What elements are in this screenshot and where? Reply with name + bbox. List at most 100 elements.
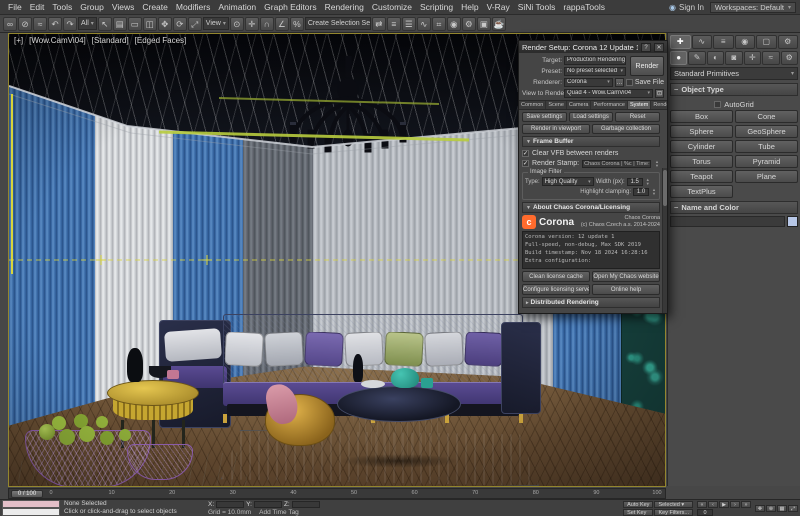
open-my-chaos-website-button[interactable]: Open My Chaos website	[592, 271, 660, 282]
maxscript-macro-recorder-field[interactable]	[2, 500, 60, 508]
pan-view-icon[interactable]: ✥	[755, 505, 765, 512]
shapes-category-icon[interactable]: ✎	[688, 51, 705, 65]
unlink-selection-icon[interactable]: ⊘	[18, 17, 32, 31]
dialog-scrollbar[interactable]	[662, 168, 667, 313]
lock-view-icon[interactable]: ⊡	[655, 89, 664, 98]
render-tab-common[interactable]: Common	[519, 101, 546, 109]
stamp-spinner[interactable]: ▲▼	[654, 160, 660, 167]
x-coordinate-field[interactable]	[216, 501, 244, 508]
black-vase[interactable]	[127, 348, 143, 382]
object-color-swatch[interactable]	[787, 216, 798, 227]
primitive-teapot-button[interactable]: Teapot	[670, 170, 733, 183]
configure-licensing-server-address-button[interactable]: Configure licensing server address	[522, 284, 590, 295]
menu-rendering[interactable]: Rendering	[321, 2, 368, 12]
primitive-pyramid-button[interactable]: Pyramid	[735, 155, 798, 168]
timeline[interactable]: 0 / 100 0102030405060708090100	[8, 488, 666, 499]
dialog-scrollbar-handle[interactable]	[663, 170, 667, 206]
systems-category-icon[interactable]: ⚙	[781, 51, 798, 65]
dialog-titlebar[interactable]: Render Setup: Corona 12 Update 1 ? ✕	[519, 41, 667, 53]
dialog-help-button[interactable]: ?	[641, 43, 651, 52]
green-apples[interactable]	[39, 424, 55, 440]
render-stamp-field[interactable]: Chaos Corona | %c | Time: %t | Passes: %…	[582, 160, 651, 168]
load-settings-button[interactable]: Load settings	[569, 112, 614, 122]
hierarchy-tab-icon[interactable]: ≡	[713, 35, 734, 49]
menu-animation[interactable]: Animation	[214, 2, 260, 12]
about-corona-rollout[interactable]: About Chaos Corona/Licensing	[522, 202, 660, 213]
save-file-checkbox[interactable]	[626, 79, 633, 86]
primitive-box-button[interactable]: Box	[670, 110, 733, 123]
menu-views[interactable]: Views	[108, 2, 139, 12]
set-key-button[interactable]: Set Key	[623, 509, 653, 516]
menu-group[interactable]: Group	[76, 2, 108, 12]
scene-explorer-icon[interactable]: ☰	[402, 17, 416, 31]
render-stamp-checkbox[interactable]	[522, 160, 529, 167]
zoom-icon[interactable]: ⊕	[766, 505, 776, 512]
align-icon[interactable]: ≡	[387, 17, 401, 31]
clear-vfb-checkbox[interactable]	[522, 150, 529, 157]
go-to-end-icon[interactable]: »	[741, 501, 751, 508]
snaps-toggle-icon[interactable]: ∩	[260, 17, 274, 31]
online-help-button[interactable]: Online help	[592, 284, 660, 295]
save-settings-button[interactable]: Save settings	[522, 112, 567, 122]
menu-file[interactable]: File	[4, 2, 26, 12]
geometry-category-icon[interactable]: ●	[670, 51, 687, 65]
render-tab-camera[interactable]: Camera	[567, 101, 592, 109]
select-and-link-icon[interactable]: ∞	[3, 17, 17, 31]
primitive-geosphere-button[interactable]: GeoSphere	[735, 125, 798, 138]
name-color-rollout[interactable]: Name and Color	[670, 201, 798, 214]
selection-filter-dropdown[interactable]: All	[78, 17, 97, 30]
reference-coordinate-dropdown[interactable]: View	[203, 17, 229, 30]
menu-v-ray[interactable]: V-Ray	[483, 2, 514, 12]
menu-scripting[interactable]: Scripting	[416, 2, 457, 12]
view-to-render-dropdown[interactable]: Quad 4 - Wow.CamVi04	[564, 89, 653, 98]
target-dropdown[interactable]: Production Rendering Mode	[564, 56, 626, 65]
render-production-icon[interactable]: ☕	[492, 17, 506, 31]
primitive-textplus-button[interactable]: TextPlus	[670, 185, 733, 198]
select-object-icon[interactable]: ↖	[98, 17, 112, 31]
sign-in-button[interactable]: ◉ Sign In	[669, 3, 704, 12]
distributed-rendering-rollout[interactable]: Distributed Rendering	[522, 297, 660, 308]
next-frame-icon[interactable]: ›	[730, 501, 740, 508]
zoom-extents-icon[interactable]: ▦	[777, 505, 787, 512]
object-type-rollout[interactable]: Object Type	[670, 83, 798, 96]
curve-editor-icon[interactable]: ∿	[417, 17, 431, 31]
utilities-tab-icon[interactable]: ⚙	[778, 35, 799, 49]
object-name-field[interactable]	[670, 216, 785, 227]
menu-modifiers[interactable]: Modifiers	[172, 2, 214, 12]
go-to-start-icon[interactable]: «	[697, 501, 707, 508]
highlight-clamp-field[interactable]: 1.0	[633, 188, 649, 196]
helpers-category-icon[interactable]: ✛	[744, 51, 761, 65]
menu-edit[interactable]: Edit	[26, 2, 49, 12]
display-tab-icon[interactable]: ▢	[756, 35, 777, 49]
select-and-manipulate-icon[interactable]: ✛	[245, 17, 259, 31]
clean-license-cache-button[interactable]: Clean license cache	[522, 271, 590, 282]
menu-create[interactable]: Create	[138, 2, 172, 12]
garbage-collection-button[interactable]: Garbage collection	[592, 124, 660, 134]
angle-snap-icon[interactable]: ∠	[275, 17, 289, 31]
render-in-viewport-button[interactable]: Render in viewport	[522, 124, 590, 134]
select-and-rotate-icon[interactable]: ⟳	[173, 17, 187, 31]
z-coordinate-field[interactable]	[292, 501, 320, 508]
selected-dropdown[interactable]: Selected ▾	[654, 501, 693, 508]
menu-help[interactable]: Help	[457, 2, 482, 12]
filter-type-dropdown[interactable]: High Quality	[542, 177, 594, 186]
space-warps-category-icon[interactable]: ≈	[762, 51, 779, 65]
modify-tab-icon[interactable]: ∿	[692, 35, 713, 49]
rendered-frame-window-icon[interactable]: ▣	[477, 17, 491, 31]
mirror-icon[interactable]: ⇄	[372, 17, 386, 31]
menu-customize[interactable]: Customize	[368, 2, 416, 12]
primitive-cylinder-button[interactable]: Cylinder	[670, 140, 733, 153]
lights-category-icon[interactable]: ◐	[707, 51, 724, 65]
viewport-menu-plus[interactable]: [+]	[14, 36, 23, 45]
autogrid-checkbox[interactable]	[714, 101, 721, 108]
current-frame-field[interactable]: 0	[697, 509, 713, 516]
redo-icon[interactable]: ↷	[63, 17, 77, 31]
primitive-category-dropdown[interactable]: Standard Primitives	[670, 67, 798, 80]
viewport-style-label[interactable]: [Edged Faces]	[135, 36, 187, 45]
undo-icon[interactable]: ↶	[48, 17, 62, 31]
renderer-dropdown[interactable]: Corona	[564, 78, 613, 87]
window-crossing-icon[interactable]: ◫	[143, 17, 157, 31]
use-pivot-point-icon[interactable]: ⊙	[230, 17, 244, 31]
select-and-move-icon[interactable]: ✥	[158, 17, 172, 31]
dialog-close-button[interactable]: ✕	[654, 43, 664, 52]
